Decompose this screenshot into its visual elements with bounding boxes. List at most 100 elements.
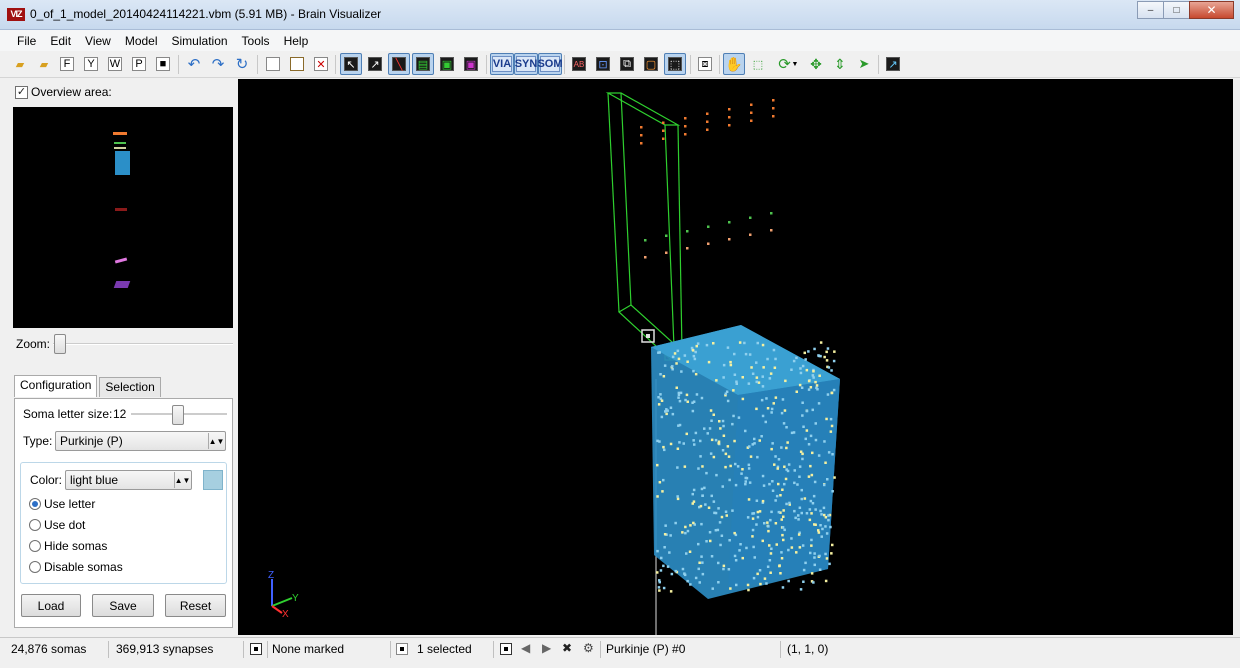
paste-button[interactable]	[286, 53, 308, 75]
soma-marker	[755, 380, 758, 384]
soma-marker	[826, 393, 830, 396]
menu-simulation[interactable]: Simulation	[165, 34, 235, 48]
pan-button[interactable]: ✥	[805, 53, 827, 75]
box-icon: ▣	[464, 57, 478, 71]
soma-marker	[798, 475, 801, 478]
menu-edit[interactable]: Edit	[43, 34, 78, 48]
view-dendrites-button[interactable]: ↗	[364, 53, 386, 75]
tool-select-region-button[interactable]: ⊡	[592, 53, 614, 75]
use-letter-radio[interactable]	[29, 498, 41, 510]
zoom-slider-track[interactable]	[53, 343, 233, 345]
overview-minimap[interactable]	[13, 107, 233, 328]
rect-select-button[interactable]: ⬚	[747, 53, 769, 75]
3d-scene[interactable]: Z Y X	[238, 79, 1233, 635]
disable-somas-option[interactable]: Disable somas	[29, 560, 123, 574]
tool-frame-button[interactable]: ▢	[640, 53, 662, 75]
type-select[interactable]: Purkinje (P) ▲▼	[55, 431, 226, 451]
export-p-button[interactable]: P	[128, 53, 150, 75]
view-layers-button[interactable]: ▤	[412, 53, 434, 75]
menu-view[interactable]: View	[78, 34, 118, 48]
pointer-button[interactable]: ➤	[853, 53, 875, 75]
soma-marker	[761, 539, 764, 543]
hide-somas-radio[interactable]	[29, 540, 41, 552]
save-button[interactable]: Save	[92, 594, 154, 617]
selected-icon[interactable]	[396, 643, 408, 655]
soma-letter-size-slider[interactable]	[172, 405, 184, 425]
menu-file[interactable]: File	[10, 34, 43, 48]
use-dot-option[interactable]: Use dot	[29, 518, 85, 532]
soma-marker	[813, 347, 816, 351]
soma-marker	[792, 431, 796, 434]
close-button[interactable]: ✕	[1189, 1, 1234, 19]
overview-toggle[interactable]: ✓ Overview area:	[15, 85, 112, 99]
soma-marker	[678, 399, 682, 403]
tool-group-button[interactable]: ⧉	[616, 53, 638, 75]
tool-marquee-button[interactable]: ⬚	[664, 53, 686, 75]
menu-model[interactable]: Model	[118, 34, 165, 48]
previous-arrow-icon[interactable]: ◀	[521, 641, 530, 655]
soma-marker	[787, 463, 791, 466]
use-letter-option[interactable]: Use letter	[29, 497, 95, 511]
open-file-button[interactable]: F	[56, 53, 78, 75]
open-folder-button[interactable]: ▰	[33, 53, 55, 75]
soma-marker	[824, 525, 827, 528]
rotate-menu-button[interactable]: ⟳ ▼	[771, 53, 805, 75]
view-regions-button[interactable]: ▣	[436, 53, 458, 75]
next-arrow-icon[interactable]: ▶	[542, 641, 551, 655]
tab-selection[interactable]: Selection	[99, 377, 161, 397]
clear-x-icon[interactable]: ✖	[562, 641, 572, 655]
marked-icon[interactable]	[250, 643, 262, 655]
view-boxes-button[interactable]: ▣	[460, 53, 482, 75]
soma-marker	[696, 342, 700, 345]
show-syn-button[interactable]: SYN	[514, 53, 538, 75]
minimize-button[interactable]: ‒	[1137, 1, 1164, 19]
export-w-button[interactable]: W	[104, 53, 126, 75]
axis-y-label: Y	[292, 593, 299, 604]
redo-button[interactable]: ↷	[207, 53, 229, 75]
hide-somas-option[interactable]: Hide somas	[29, 539, 107, 553]
soma-marker	[765, 582, 768, 585]
soma-marker	[685, 432, 688, 436]
reset-button[interactable]: Reset	[165, 594, 226, 617]
use-dot-radio[interactable]	[29, 519, 41, 531]
copy-button[interactable]	[262, 53, 284, 75]
soma-marker	[725, 514, 728, 517]
record-button[interactable]: ■	[152, 53, 174, 75]
maximize-button[interactable]: □	[1163, 1, 1190, 19]
3d-viewport[interactable]: Z Y X	[238, 79, 1233, 635]
menu-help[interactable]: Help	[277, 34, 316, 48]
layer-cell-marker	[684, 125, 687, 128]
undo-button[interactable]: ↶	[183, 53, 205, 75]
load-button[interactable]: Load	[21, 594, 81, 617]
tool-cube-button[interactable]: ⧈	[694, 53, 716, 75]
soma-marker	[801, 457, 804, 461]
soma-marker	[798, 546, 802, 549]
tool-ab-button[interactable]: AB	[568, 53, 590, 75]
overview-checkbox[interactable]: ✓	[15, 85, 28, 99]
color-swatch[interactable]	[203, 470, 223, 490]
show-via-button[interactable]: VIA	[490, 53, 514, 75]
disable-somas-radio[interactable]	[29, 561, 41, 573]
tab-configuration[interactable]: Configuration	[14, 375, 98, 397]
export-y-button[interactable]: Y	[80, 53, 102, 75]
overview-orange-layer	[113, 132, 127, 135]
soma-marker	[773, 463, 776, 466]
focus-icon[interactable]	[500, 643, 512, 655]
delete-button[interactable]: ✕	[310, 53, 332, 75]
menu-tools[interactable]: Tools	[235, 34, 277, 48]
hand-tool-button[interactable]: ✋	[723, 53, 745, 75]
color-select[interactable]: light blue ▲▼	[65, 470, 192, 490]
show-som-button[interactable]: SOM	[537, 53, 563, 75]
refresh-button[interactable]: ↻	[231, 53, 253, 75]
soma-marker	[807, 350, 810, 353]
settings-gear-icon[interactable]: ⚙	[583, 641, 594, 655]
soma-marker	[727, 568, 731, 571]
soma-marker	[744, 482, 747, 486]
view-connections-button[interactable]: ╲	[388, 53, 410, 75]
view-axons-button[interactable]: ↖	[340, 53, 362, 75]
soma-marker	[726, 445, 730, 448]
pick-tool-button[interactable]: ↗	[882, 53, 904, 75]
zoom-slider-thumb[interactable]	[54, 334, 66, 354]
open-model-button[interactable]: ▰	[9, 53, 31, 75]
zoom-vertical-button[interactable]: ⇕	[829, 53, 851, 75]
